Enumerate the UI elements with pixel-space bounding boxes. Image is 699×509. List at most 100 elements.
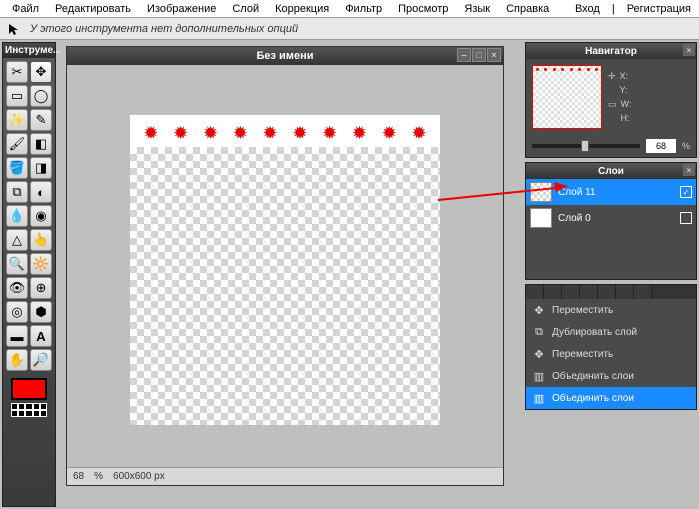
history-item[interactable]: ⧉ Дублировать слой: [526, 321, 696, 343]
type-tool[interactable]: A: [30, 325, 52, 347]
w-label: W:: [621, 99, 632, 109]
menu-file[interactable]: Файл: [4, 1, 47, 17]
eraser-tool[interactable]: ◧: [30, 133, 52, 155]
hand-tool[interactable]: ✋: [6, 349, 28, 371]
pinch-tool[interactable]: ◎: [6, 301, 28, 323]
crop-tool[interactable]: ✂: [6, 61, 28, 83]
canvas-dims: 600x600 px: [113, 471, 165, 482]
move-tool[interactable]: ✥: [30, 61, 52, 83]
zoom-unit-nav: %: [682, 141, 690, 151]
history-tab[interactable]: [634, 285, 652, 299]
history-tab[interactable]: [616, 285, 634, 299]
layer-visibility-checkbox[interactable]: [680, 212, 692, 224]
history-item[interactable]: ▥ Объединить слои: [526, 387, 696, 409]
panel-close-icon[interactable]: ×: [683, 164, 695, 176]
menu-view[interactable]: Просмотр: [390, 1, 456, 17]
history-item[interactable]: ✥ Переместить: [526, 343, 696, 365]
sharpen-tool[interactable]: △: [6, 229, 28, 251]
wand-tool[interactable]: ✨: [6, 109, 28, 131]
layer-thumbnail: [530, 208, 552, 228]
menu-adjust[interactable]: Коррекция: [267, 1, 337, 17]
spot-tool[interactable]: ⊕: [30, 277, 52, 299]
bucket-tool[interactable]: 🪣: [6, 157, 28, 179]
stamp-tool[interactable]: ⬢: [30, 301, 52, 323]
zoom-tool[interactable]: 🔎: [30, 349, 52, 371]
star-shape: ✹: [233, 123, 248, 144]
smudge-tool[interactable]: 👆: [30, 229, 52, 251]
register-link[interactable]: Регистрация: [623, 1, 695, 17]
close-button[interactable]: ×: [487, 48, 501, 62]
layer-visibility-checkbox[interactable]: ✓: [680, 186, 692, 198]
layer-row[interactable]: Слой 11 ✓: [526, 179, 696, 205]
h-label: H:: [621, 113, 630, 123]
history-item[interactable]: ▥ Объединить слои: [526, 365, 696, 387]
crosshair-icon: ✛: [608, 71, 616, 82]
move-icon: ✥: [532, 303, 546, 317]
sponge-tool[interactable]: ◉: [30, 205, 52, 227]
canvas[interactable]: ✹ ✹ ✹ ✹ ✹ ✹ ✹ ✹ ✹ ✹: [130, 115, 440, 425]
marquee-tool[interactable]: ▭: [6, 85, 28, 107]
zoom-value: 68: [73, 471, 84, 482]
move-icon: ✥: [532, 347, 546, 361]
zoom-slider[interactable]: [532, 144, 640, 148]
history-tab[interactable]: [580, 285, 598, 299]
menu-filter[interactable]: Фильтр: [337, 1, 390, 17]
history-item[interactable]: ✥ Переместить: [526, 299, 696, 321]
brush-tool[interactable]: 🖌: [6, 133, 28, 155]
transparent-area: [130, 147, 440, 425]
gradient-tool[interactable]: ◨: [30, 157, 52, 179]
options-text: У этого инструмента нет дополнительных о…: [30, 23, 298, 35]
lasso-tool[interactable]: ◯: [30, 85, 52, 107]
history-tab[interactable]: [526, 285, 544, 299]
history-panel: ✥ Переместить ⧉ Дублировать слой ✥ Перем…: [525, 284, 697, 410]
document-statusbar: 68 % 600x600 px: [67, 467, 503, 485]
navigator-thumbnail[interactable]: [532, 65, 602, 129]
layer-row[interactable]: Слой 0: [526, 205, 696, 231]
pencil-tool[interactable]: ✎: [30, 109, 52, 131]
foreground-color[interactable]: [11, 378, 47, 400]
document-titlebar[interactable]: Без имени – □ ×: [67, 47, 503, 65]
x-label: X:: [620, 71, 629, 81]
star-shape: ✹: [143, 123, 158, 144]
history-label: Переместить: [552, 305, 613, 316]
login-link[interactable]: Вход: [571, 1, 604, 17]
history-label: Объединить слои: [552, 371, 634, 382]
blur-tool[interactable]: 💧: [6, 205, 28, 227]
clone-tool[interactable]: ⧉: [6, 181, 28, 203]
history-tab[interactable]: [544, 285, 562, 299]
replace-tool[interactable]: ◐: [30, 181, 52, 203]
redeye-tool[interactable]: 👁: [6, 277, 28, 299]
panel-close-icon[interactable]: ×: [683, 44, 695, 56]
menu-bar: Файл Редактировать Изображение Слой Корр…: [0, 0, 699, 18]
menu-layer[interactable]: Слой: [224, 1, 267, 17]
menu-help[interactable]: Справка: [498, 1, 557, 17]
dodge-tool[interactable]: 🔍: [6, 253, 28, 275]
navigator-panel: Навигатор × ✛X: ✛Y: ▭W: ▭H: 68 %: [525, 42, 697, 158]
menu-image[interactable]: Изображение: [139, 1, 224, 17]
minimize-button[interactable]: –: [457, 48, 471, 62]
star-shape: ✹: [382, 123, 397, 144]
history-tab[interactable]: [562, 285, 580, 299]
menu-edit[interactable]: Редактировать: [47, 1, 139, 17]
separator: |: [608, 1, 619, 17]
star-shape: ✹: [173, 123, 188, 144]
history-label: Переместить: [552, 349, 613, 360]
y-label: Y:: [620, 85, 628, 95]
pattern-swatch[interactable]: [11, 403, 47, 417]
layer-thumbnail: [530, 182, 552, 202]
canvas-area: Без имени – □ × ✹ ✹ ✹ ✹ ✹ ✹ ✹: [60, 42, 521, 507]
merge-icon: ▥: [532, 391, 546, 405]
layers-title: Слои: [598, 166, 624, 177]
shape-tool[interactable]: ▬: [6, 325, 28, 347]
menu-lang[interactable]: Язык: [456, 1, 498, 17]
zoom-input[interactable]: 68: [646, 139, 676, 153]
document-viewport[interactable]: ✹ ✹ ✹ ✹ ✹ ✹ ✹ ✹ ✹ ✹: [67, 65, 503, 467]
star-shape: ✹: [352, 123, 367, 144]
maximize-button[interactable]: □: [472, 48, 486, 62]
history-tab[interactable]: [598, 285, 616, 299]
burn-tool[interactable]: 🔆: [30, 253, 52, 275]
star-shape: ✹: [412, 123, 427, 144]
star-shape: ✹: [203, 123, 218, 144]
navigator-title: Навигатор: [585, 46, 637, 57]
toolbox-title: Инструме...: [3, 43, 55, 58]
